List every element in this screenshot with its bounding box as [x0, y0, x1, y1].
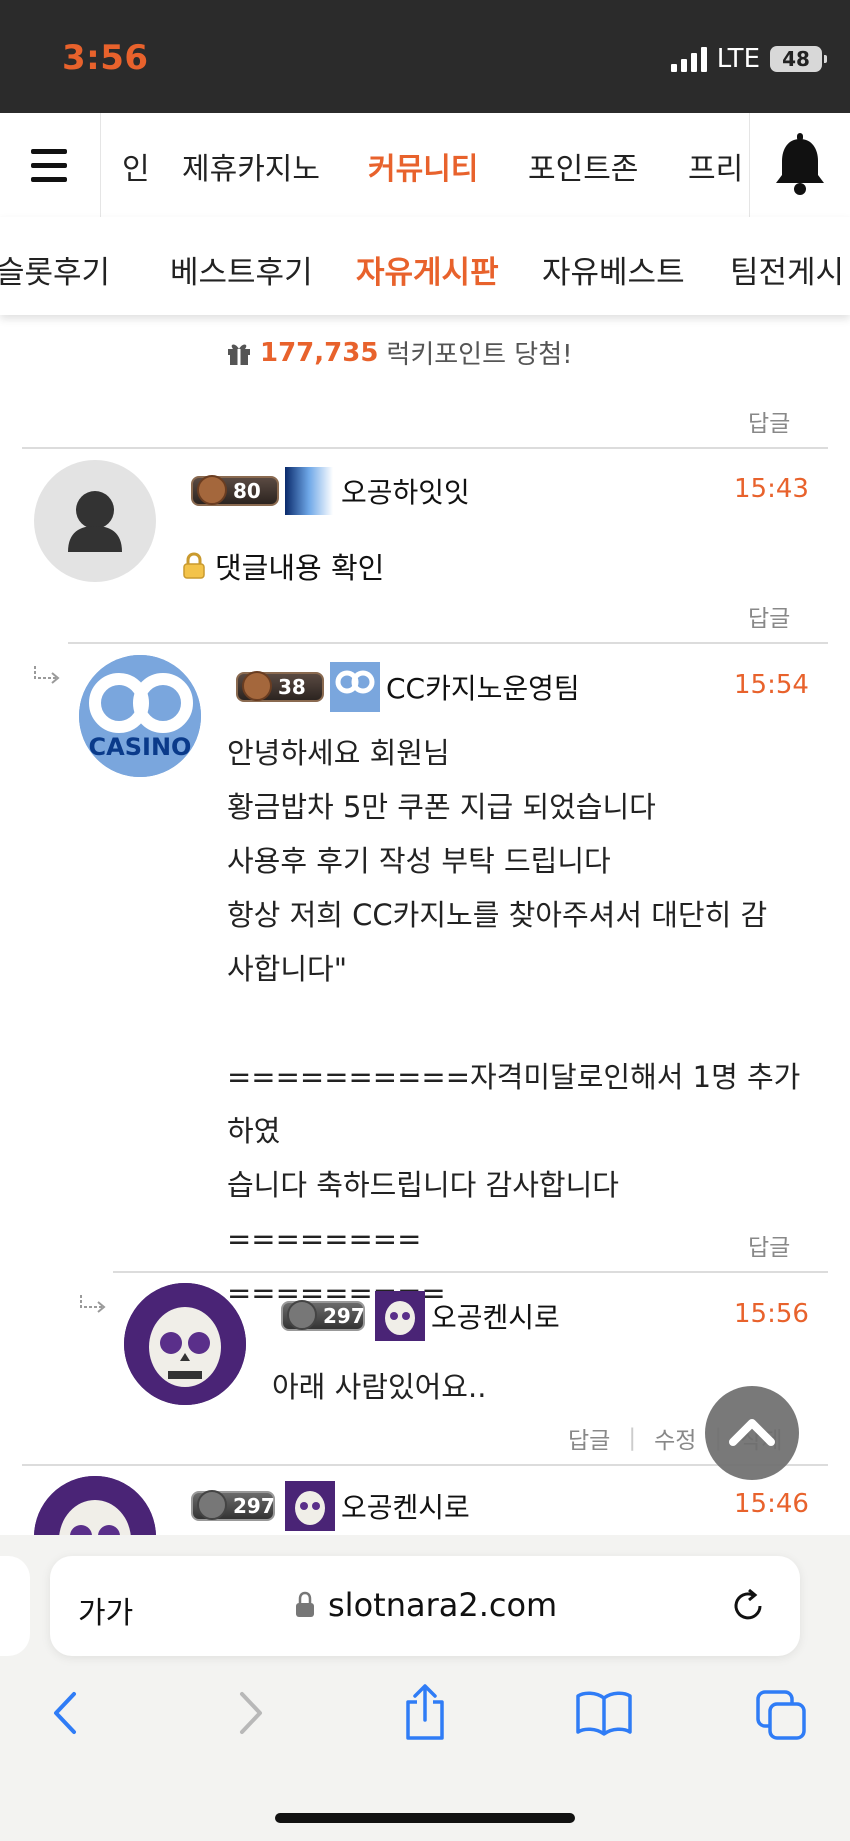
comment-line: ==========자격미달로인해서 1명 추가하였 — [227, 1060, 801, 1148]
comment-author[interactable]: 오공하잇잇 — [341, 471, 470, 511]
scroll-top-button[interactable] — [705, 1386, 799, 1480]
back-icon[interactable] — [46, 1688, 86, 1738]
status-bar: 3:56 LTE 48 — [0, 0, 850, 113]
comment-body: 댓글내용 확인 — [181, 545, 384, 587]
comment-text: 댓글내용 확인 — [215, 551, 385, 585]
avatar-skull — [34, 1476, 156, 1536]
nav-item-free[interactable]: 프리 — [688, 144, 743, 188]
comment-text: 아래 사람있어요.. — [272, 1370, 487, 1404]
forward-icon[interactable] — [230, 1688, 270, 1738]
url-text: slotnara2.com — [328, 1586, 558, 1624]
bookmarks-icon[interactable] — [574, 1690, 634, 1736]
divider — [113, 1271, 828, 1273]
comment-body: 안녕하세요 회원님 황금밥차 5만 쿠폰 지급 되었습니다 사용후 후기 작성 … — [227, 726, 817, 1320]
comment-author[interactable]: 오공켄시로 — [341, 1486, 470, 1526]
chevron-up-icon — [729, 1419, 775, 1446]
reader-settings-button[interactable]: 가가 — [78, 1588, 133, 1632]
comment-line — [227, 996, 817, 1050]
user-icon-image — [285, 467, 333, 515]
nav-item[interactable]: 인 — [122, 144, 150, 188]
user-icon-image — [285, 1481, 335, 1531]
comment-author[interactable]: 오공켄시로 — [431, 1296, 560, 1336]
home-indicator — [275, 1813, 575, 1823]
main-nav: 인 제휴카지노 커뮤니티 포인트존 프리 — [0, 113, 850, 218]
lock-icon — [183, 552, 205, 579]
sub-nav: 슬롯후기 베스트후기 자유게시판 자유베스트 팀전게시 — [0, 217, 850, 315]
reply-arrow-icon — [80, 1295, 106, 1313]
prize-line: 177,735 럭키포인트 당첨! — [226, 334, 573, 371]
tabs-icon[interactable] — [754, 1688, 808, 1742]
comment-line: 황금밥차 5만 쿠폰 지급 되었습니다 — [227, 790, 656, 824]
comment-line: 항상 저희 CC카지노를 찾아주셔서 대단히 감 — [227, 898, 768, 932]
main-nav-items: 인 제휴카지노 커뮤니티 포인트존 프리 — [100, 113, 750, 217]
comment-line: 사용후 후기 작성 부탁 드립니다 — [227, 844, 611, 878]
comment-author[interactable]: CC카지노운영팀 — [386, 667, 580, 707]
status-indicators: LTE 48 — [670, 44, 827, 74]
avatar-skull — [124, 1283, 246, 1405]
prize-text: 럭키포인트 당첨! — [386, 340, 573, 370]
comment-line: 안녕하세요 회원님 — [227, 736, 450, 770]
gift-icon — [228, 343, 250, 365]
status-time: 3:56 — [62, 38, 149, 78]
nav-item-point-zone[interactable]: 포인트존 — [528, 144, 638, 188]
subnav-item-slot-review[interactable]: 슬롯후기 — [0, 247, 110, 292]
comment-line: 습니다 축하드립니다 감사합니다 ======== — [227, 1168, 619, 1256]
level-badge: 38 — [236, 671, 324, 702]
subnav-item-team-board[interactable]: 팀전게시 — [730, 247, 844, 292]
reply-arrow-icon — [34, 666, 60, 684]
nav-item-partner-casino[interactable]: 제휴카지노 — [182, 144, 320, 188]
reply-button[interactable]: 답글 — [748, 599, 790, 633]
comment-time: 15:46 — [734, 1489, 809, 1519]
action-separator: | — [628, 1425, 637, 1451]
subnav-item-free-board[interactable]: 자유게시판 — [356, 247, 499, 292]
bell-icon[interactable] — [749, 113, 850, 217]
nav-item-community[interactable]: 커뮤니티 — [368, 144, 478, 188]
avatar-cc-casino: CASINO — [79, 655, 201, 777]
previous-tab-preview[interactable] — [0, 1556, 30, 1656]
signal-icon — [670, 46, 707, 72]
comment-time: 15:54 — [734, 670, 809, 700]
comment-time: 15:56 — [734, 1299, 809, 1329]
level-badge: 297 — [191, 1490, 275, 1521]
level-badge: 297 — [281, 1300, 365, 1331]
hamburger-icon[interactable] — [0, 113, 101, 217]
reload-icon[interactable] — [728, 1586, 768, 1626]
svg-text:CASINO: CASINO — [89, 733, 192, 761]
lock-icon — [296, 1591, 314, 1617]
divider — [22, 447, 828, 449]
reply-button[interactable]: 답글 — [568, 1421, 610, 1455]
level-badge: 80 — [191, 475, 279, 506]
comment-line: 사합니다" — [227, 952, 348, 986]
edit-button[interactable]: 수정 — [654, 1421, 696, 1455]
prize-amount: 177,735 — [260, 337, 379, 368]
reply-button[interactable]: 답글 — [748, 1228, 790, 1262]
user-icon-image — [330, 662, 380, 712]
subnav-item-best-review[interactable]: 베스트후기 — [170, 247, 313, 292]
comment-time: 15:43 — [734, 474, 809, 504]
battery-icon: 48 — [770, 46, 827, 72]
address-bar[interactable]: 가가 slotnara2.com — [50, 1556, 800, 1656]
reply-button[interactable]: 답글 — [748, 404, 790, 438]
network-label: LTE — [716, 44, 760, 74]
subnav-item-free-best[interactable]: 자유베스트 — [542, 247, 685, 292]
divider — [68, 642, 828, 644]
share-icon[interactable] — [400, 1682, 450, 1742]
user-icon-image — [375, 1291, 425, 1341]
avatar-default — [34, 460, 156, 582]
